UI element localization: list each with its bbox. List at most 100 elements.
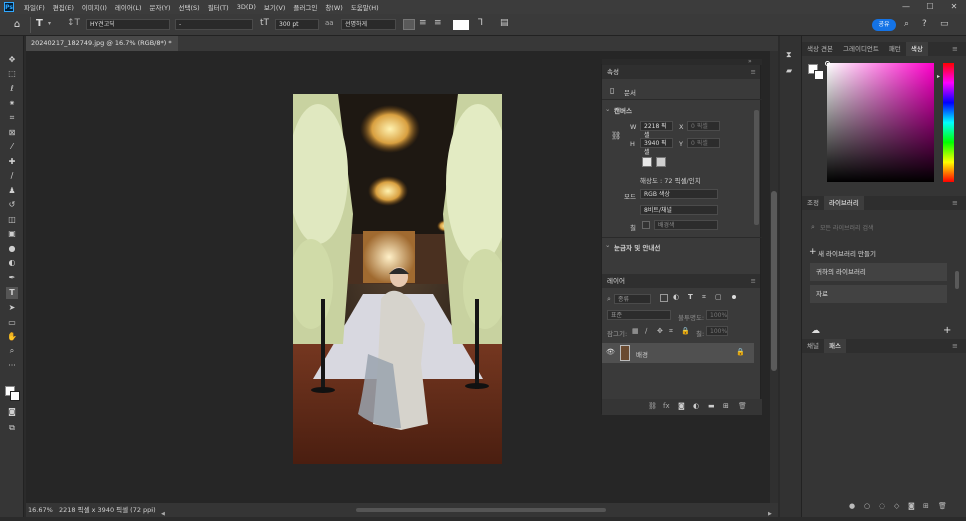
lock-pixels-icon[interactable]: ∕ bbox=[645, 327, 647, 335]
comments-panel-icon[interactable]: ▰ bbox=[786, 66, 792, 75]
filter-pixel-icon[interactable] bbox=[660, 294, 668, 302]
filter-adjustment-icon[interactable]: ◐ bbox=[673, 293, 679, 301]
close-icon[interactable]: ✕ bbox=[942, 0, 966, 14]
chevron-down-icon[interactable]: ▾ bbox=[48, 20, 51, 27]
menu-window[interactable]: 창(W) bbox=[321, 2, 346, 12]
brush-tool-icon[interactable]: ∕ bbox=[6, 170, 18, 182]
library-search-input[interactable]: 모든 라이브러리 검색 bbox=[820, 223, 874, 232]
properties-panel-title[interactable]: 속성 ≡ bbox=[602, 65, 760, 79]
link-icon[interactable]: ⛓ bbox=[611, 131, 621, 140]
horizontal-scrollbar-thumb[interactable] bbox=[356, 508, 606, 512]
new-path-icon[interactable]: ⊞ bbox=[923, 502, 929, 510]
document-tab[interactable]: 20240217_182749.jpg @ 16.7% (RGB/8*) * ✕ bbox=[26, 36, 183, 51]
menu-type[interactable]: 문자(Y) bbox=[146, 2, 175, 12]
load-selection-icon[interactable]: ◌ bbox=[879, 502, 885, 510]
filter-smart-object-icon[interactable]: ▢ bbox=[715, 293, 722, 301]
adjustment-layer-icon[interactable]: ◐ bbox=[693, 402, 699, 410]
quick-select-tool-icon[interactable]: ⁕ bbox=[6, 98, 18, 110]
cloud-icon[interactable]: ☁ bbox=[811, 326, 820, 336]
orientation-toggle-icon[interactable]: ↕T bbox=[67, 18, 80, 28]
dodge-tool-icon[interactable]: ◐ bbox=[6, 257, 18, 269]
eraser-tool-icon[interactable]: ◫ bbox=[6, 214, 18, 226]
fill-opacity-input[interactable]: 100% bbox=[706, 326, 728, 336]
add-mask-icon[interactable]: ◙ bbox=[908, 502, 915, 510]
move-tool-icon[interactable]: ✥ bbox=[6, 54, 18, 66]
rectangle-tool-icon[interactable]: ▭ bbox=[6, 317, 18, 329]
zoom-level[interactable]: 16.67% bbox=[28, 503, 53, 517]
frame-tool-icon[interactable]: ⊠ bbox=[6, 127, 18, 139]
tab-gradients[interactable]: 그레이디언트 bbox=[838, 42, 884, 56]
menu-select[interactable]: 선택(S) bbox=[175, 2, 204, 12]
landscape-orientation-icon[interactable] bbox=[656, 157, 666, 167]
workspace-icon[interactable]: ▭ bbox=[940, 19, 949, 29]
fx-icon[interactable]: fx bbox=[663, 402, 670, 410]
status-arrow-icon[interactable]: › bbox=[151, 503, 154, 517]
chevron-down-icon[interactable]: ⌄ bbox=[605, 241, 610, 249]
menu-view[interactable]: 보기(V) bbox=[260, 2, 289, 12]
type-tool-icon[interactable]: T bbox=[36, 18, 43, 29]
opacity-input[interactable]: 100% bbox=[706, 310, 728, 320]
font-style-select[interactable]: - bbox=[175, 19, 253, 30]
add-mask-icon[interactable]: ◙ bbox=[678, 402, 685, 410]
font-size-input[interactable]: 300 pt bbox=[275, 19, 319, 30]
menu-edit[interactable]: 편집(E) bbox=[49, 2, 78, 12]
lock-transparent-icon[interactable]: ▦ bbox=[632, 327, 639, 335]
home-icon[interactable]: ⌂ bbox=[11, 19, 23, 30]
layer-row[interactable]: 👁 배경 🔒 bbox=[602, 343, 754, 363]
help-icon[interactable]: ? bbox=[922, 19, 927, 29]
height-input[interactable]: 3940 픽셀 bbox=[640, 138, 673, 156]
antialias-select[interactable]: 선명하게 bbox=[341, 19, 396, 30]
link-layers-icon[interactable]: ⛓ bbox=[648, 402, 657, 410]
mode-select[interactable]: RGB 색상 bbox=[640, 189, 718, 199]
tab-libraries[interactable]: 라이브러리 bbox=[823, 196, 864, 210]
add-icon[interactable]: + bbox=[943, 325, 951, 336]
tab-color[interactable]: 색상 bbox=[905, 42, 928, 56]
background-color-swatch[interactable] bbox=[10, 391, 20, 401]
align-right-icon[interactable]: ≡ bbox=[434, 18, 442, 28]
library-scrollbar[interactable] bbox=[955, 271, 959, 289]
filter-type-icon[interactable]: T bbox=[688, 293, 693, 301]
color-picker-field[interactable] bbox=[827, 63, 934, 182]
scrollbar-thumb[interactable] bbox=[771, 191, 777, 371]
guides-section-title[interactable]: 눈금자 및 안내선 bbox=[614, 242, 660, 252]
tab-adjustments[interactable]: 조정 bbox=[802, 196, 824, 210]
lock-position-icon[interactable]: ✥ bbox=[657, 327, 663, 335]
menu-layer[interactable]: 레이어(L) bbox=[111, 2, 146, 12]
tab-patterns[interactable]: 패턴 bbox=[884, 42, 906, 56]
share-button[interactable]: 공유 bbox=[872, 19, 896, 31]
add-icon[interactable]: + bbox=[809, 247, 817, 257]
menu-filter[interactable]: 필터(T) bbox=[204, 2, 233, 12]
visibility-eye-icon[interactable]: 👁 bbox=[606, 348, 615, 356]
minimize-icon[interactable]: — bbox=[894, 0, 918, 14]
new-layer-icon[interactable]: ⊞ bbox=[723, 402, 729, 410]
screen-mode-icon[interactable]: ⧉ bbox=[6, 422, 18, 434]
healing-brush-icon[interactable]: ✚ bbox=[6, 156, 18, 168]
delete-path-icon[interactable]: 🗑 bbox=[938, 502, 947, 510]
crop-tool-icon[interactable]: ⌗ bbox=[6, 112, 18, 124]
menu-file[interactable]: 파일(F) bbox=[20, 2, 49, 12]
scroll-left-icon[interactable]: ◀ bbox=[161, 507, 165, 521]
maximize-icon[interactable]: ☐ bbox=[918, 0, 942, 14]
hue-slider-marker[interactable]: ▸ bbox=[937, 73, 940, 80]
pen-tool-icon[interactable]: ✒ bbox=[6, 272, 18, 284]
library-item[interactable]: 자료 bbox=[810, 285, 947, 303]
fill-select[interactable]: 배경색 bbox=[654, 220, 718, 230]
gradient-tool-icon[interactable]: ▣ bbox=[6, 228, 18, 240]
bit-depth-select[interactable]: 8비트/채널 bbox=[640, 205, 718, 215]
panel-menu-icon[interactable]: ≡ bbox=[952, 342, 958, 350]
quick-mask-icon[interactable]: ◙ bbox=[6, 406, 18, 418]
delete-layer-icon[interactable]: 🗑 bbox=[738, 402, 747, 410]
path-select-icon[interactable]: ➤ bbox=[6, 302, 18, 314]
properties-scrollbar[interactable] bbox=[754, 110, 759, 225]
font-family-select[interactable]: HY견고딕 bbox=[86, 19, 170, 30]
hand-tool-icon[interactable]: ✋ bbox=[6, 331, 18, 343]
menu-help[interactable]: 도움말(H) bbox=[347, 2, 383, 12]
menu-plugins[interactable]: 플러그인 bbox=[289, 2, 321, 12]
marquee-tool-icon[interactable]: ⬚ bbox=[6, 68, 18, 80]
collapse-panel-icon[interactable]: » bbox=[748, 58, 752, 65]
character-panel-icon[interactable]: ▤ bbox=[500, 18, 509, 28]
new-group-icon[interactable]: ▬ bbox=[708, 402, 715, 410]
zoom-tool-icon[interactable]: ⌕ bbox=[6, 345, 18, 357]
lock-artboard-icon[interactable]: ⌗ bbox=[669, 327, 673, 336]
canvas-vertical-scrollbar[interactable] bbox=[770, 51, 778, 503]
